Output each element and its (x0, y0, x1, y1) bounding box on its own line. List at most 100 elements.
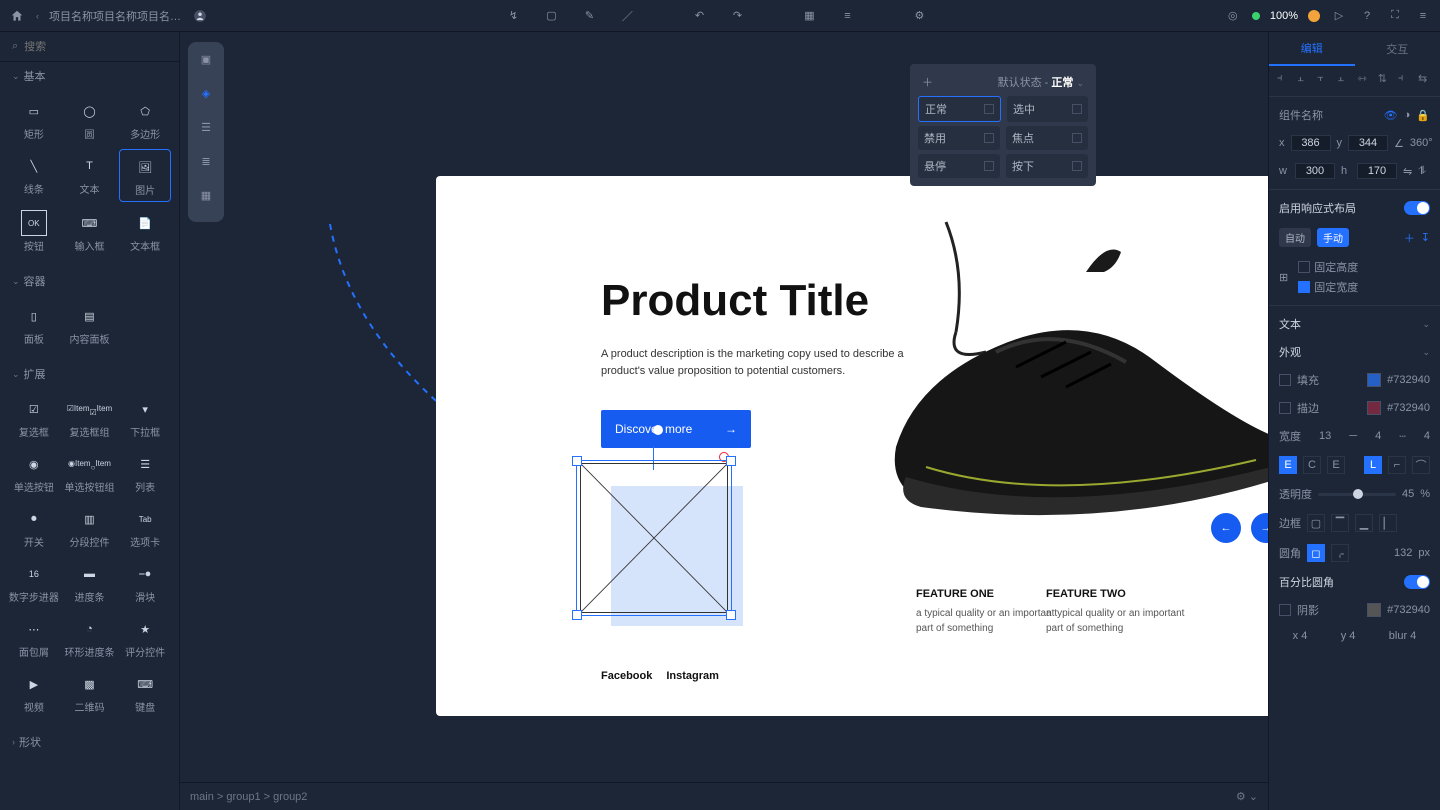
stroke-style-icon[interactable]: ─ (1349, 430, 1357, 442)
tool-contentpanel[interactable]: ▤内容面板 (64, 299, 116, 350)
redo-icon[interactable]: ↷ (728, 7, 746, 25)
tool-breadcrumb[interactable]: ⋯面包屑 (8, 612, 60, 663)
section-appearance[interactable]: 外观⌄ (1269, 338, 1440, 366)
facebook-link[interactable]: Facebook (601, 670, 652, 682)
state-normal[interactable]: 正常 (918, 96, 1001, 122)
tool-rating[interactable]: ★评分控件 (119, 612, 171, 663)
default-state-val[interactable]: 正常 (1051, 77, 1073, 89)
fill-hex[interactable]: #732940 (1387, 374, 1430, 386)
opacity-slider[interactable] (1318, 493, 1396, 496)
layers-icon[interactable]: ◈ (195, 82, 217, 104)
input-y[interactable] (1348, 135, 1388, 151)
border-all-icon[interactable]: ▢ (1307, 514, 1325, 532)
state-hover[interactable]: 悬停 (918, 154, 1000, 178)
tool-text[interactable]: T文本 (64, 149, 116, 202)
fill-swatch[interactable] (1367, 373, 1381, 387)
section-shape[interactable]: ›形状 (0, 728, 179, 756)
tool-radio[interactable]: ◉单选按钮 (8, 447, 60, 498)
border-t-icon[interactable]: ▔ (1331, 514, 1349, 532)
join-l-icon[interactable]: L (1364, 456, 1382, 474)
tool-slider[interactable]: ⎯●滑块 (119, 557, 171, 608)
breadcrumb-options-icon[interactable]: ⚙ ⌄ (1236, 790, 1258, 803)
section-expand[interactable]: ⌄扩展 (0, 360, 179, 388)
angle-val[interactable]: 360° (1410, 137, 1433, 149)
stroke-dash-icon[interactable]: ┄ (1399, 430, 1406, 443)
pct-radius-toggle[interactable] (1404, 575, 1430, 589)
tab-edit[interactable]: 编辑 (1269, 32, 1355, 66)
tool-video[interactable]: ▶视频 (8, 667, 60, 718)
align-center-icon[interactable]: ⫠ (1297, 72, 1311, 86)
flip-h-icon[interactable]: ⇋ (1403, 165, 1412, 178)
state-pressed[interactable]: 按下 (1006, 154, 1088, 178)
add-constraint-icon[interactable]: ＋ (1404, 230, 1415, 246)
breadcrumb[interactable]: main > group1 > group2 (190, 791, 307, 803)
clip-icon[interactable]: ◑ (1404, 109, 1411, 121)
align-stretch-icon[interactable]: ⇆ (1418, 72, 1432, 86)
next-button[interactable]: → (1251, 513, 1268, 543)
constraint-icon[interactable]: ↧ (1421, 231, 1430, 244)
settings-icon[interactable]: ⚙ (910, 7, 928, 25)
tool-qr[interactable]: ▩二维码 (64, 667, 116, 718)
handle-br[interactable] (726, 610, 736, 620)
lock-icon[interactable]: 🔒 (1416, 109, 1430, 122)
responsive-toggle[interactable] (1404, 201, 1430, 215)
anchor-diagram[interactable]: ⊞ (1279, 271, 1288, 284)
state-focus[interactable]: 焦点 (1006, 126, 1088, 150)
undo-icon[interactable]: ↶ (690, 7, 708, 25)
stroke-swatch[interactable] (1367, 401, 1381, 415)
sync-icon[interactable] (1308, 10, 1320, 22)
tool-polygon[interactable]: ⬠多边形 (119, 94, 171, 145)
canvas[interactable]: ▣ ◈ ☰ ≣ ▦ Product Title A product descri… (180, 32, 1268, 782)
shadow-x[interactable]: 4 (1301, 630, 1307, 642)
avatar-icon[interactable] (191, 7, 209, 25)
align-left-icon[interactable]: ⫞ (1277, 72, 1291, 86)
shadow-hex[interactable]: #732940 (1387, 604, 1430, 616)
radius-uniform-icon[interactable]: ◻ (1307, 544, 1325, 562)
tool-dropdown[interactable]: ▾下拉框 (119, 392, 171, 443)
tool-line[interactable]: ╲线条 (8, 149, 60, 202)
instagram-link[interactable]: Instagram (666, 670, 719, 682)
border-b-icon[interactable]: ▁ (1355, 514, 1373, 532)
align-top-icon[interactable]: ⫠ (1337, 72, 1351, 86)
tool-panel[interactable]: ▯面板 (8, 299, 60, 350)
tool-button[interactable]: OK按钮 (8, 206, 60, 257)
tool-switch[interactable]: ⏺开关 (8, 502, 60, 553)
cap-e-icon[interactable]: E (1279, 456, 1297, 474)
radius-val[interactable]: 132 (1394, 547, 1412, 559)
search-input[interactable] (24, 41, 167, 53)
cap-c-icon[interactable]: C (1303, 456, 1321, 474)
selection-box[interactable] (576, 460, 732, 616)
align-right-icon[interactable]: ⫟ (1317, 72, 1331, 86)
tool-stepper[interactable]: ▥分段控件 (64, 502, 116, 553)
handle-tl[interactable] (572, 456, 582, 466)
input-w[interactable] (1295, 163, 1335, 179)
dist-v-icon[interactable]: ⇅ (1378, 72, 1392, 86)
pen-icon[interactable]: ✎ (580, 7, 598, 25)
pencil-icon[interactable]: ／ (618, 7, 636, 25)
stroke-w[interactable]: 13 (1319, 430, 1331, 442)
shadow-y[interactable]: 4 (1349, 630, 1355, 642)
tool-list[interactable]: ☰列表 (119, 447, 171, 498)
section-container[interactable]: ⌄容器 (0, 267, 179, 295)
section-text[interactable]: 文本⌄ (1269, 310, 1440, 338)
fill-check[interactable] (1279, 374, 1291, 386)
shadow-swatch[interactable] (1367, 603, 1381, 617)
tool-tabs[interactable]: Tab选项卡 (119, 502, 171, 553)
undo-axis-icon[interactable]: ↯ (504, 7, 522, 25)
widgets-icon[interactable]: ▦ (195, 184, 217, 206)
handle-tr[interactable] (726, 456, 736, 466)
chip-auto[interactable]: 自动 (1279, 228, 1311, 247)
searchbar[interactable]: ⌕ (0, 32, 180, 62)
handle-bl[interactable] (572, 610, 582, 620)
chip-manual[interactable]: 手动 (1317, 228, 1349, 247)
shadow-check[interactable] (1279, 604, 1291, 616)
connector-node[interactable] (653, 425, 663, 435)
cta-button[interactable]: Discover more → (601, 410, 751, 448)
tool-circle[interactable]: ◯圆 (64, 94, 116, 145)
add-state-icon[interactable]: ＋ (922, 74, 933, 90)
tool-checkbox[interactable]: ☑复选框 (8, 392, 60, 443)
visibility-icon[interactable]: 👁 (1384, 109, 1398, 122)
chevron-left-icon[interactable]: ‹ (36, 11, 39, 21)
opacity-val[interactable]: 45 (1402, 488, 1414, 500)
tool-ring[interactable]: ◔环形进度条 (64, 612, 116, 663)
